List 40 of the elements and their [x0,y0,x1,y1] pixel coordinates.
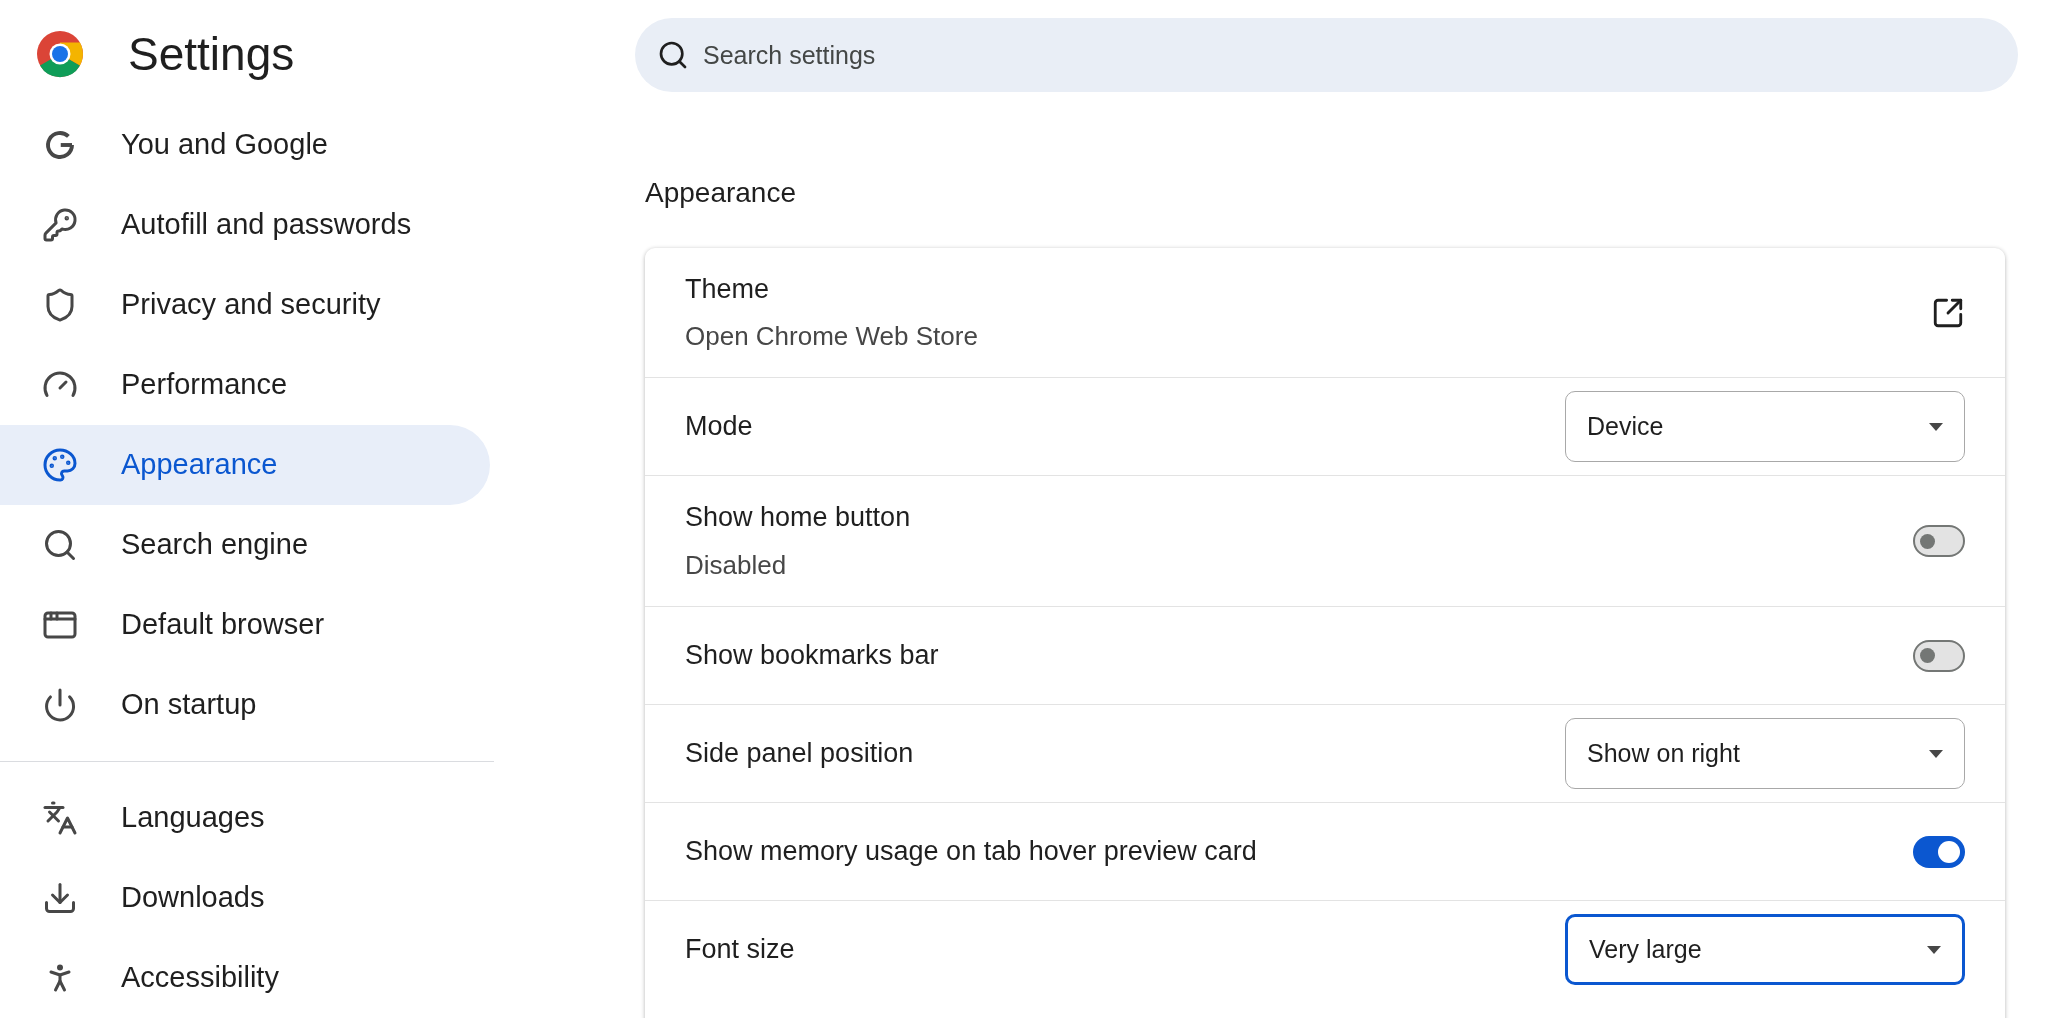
palette-icon [42,447,78,483]
translate-icon [42,800,78,836]
sidebar-item[interactable]: Search engine [0,505,490,585]
toggle-switch[interactable] [1913,639,1965,672]
setting-label: Show home button [685,501,911,535]
sidebar-item[interactable]: Languages [0,778,490,858]
dropdown[interactable]: Show on right [1565,718,1965,789]
setting-description: Open Chrome Web Store [685,320,978,354]
sidebar-item[interactable]: Default browser [0,585,490,665]
setting-label: Show memory usage on tab hover preview card [685,835,1257,869]
dropdown[interactable]: Very large [1565,914,1965,985]
toggle-switch[interactable] [1913,525,1965,557]
sidebar-item[interactable]: Autofill and passwords [0,185,490,265]
sidebar-item[interactable]: You and Google [0,105,490,185]
sidebar-item[interactable]: Appearance [0,425,490,505]
sidebar-item[interactable]: On startup [0,665,490,745]
sidebar-item[interactable]: Privacy and security [0,265,490,345]
search-field[interactable]: Search settings [635,18,2018,92]
dropdown[interactable]: Device [1565,391,1965,462]
download-icon [42,880,78,916]
search-icon [657,39,689,71]
search-icon [42,527,78,563]
section-title: Appearance [645,176,797,210]
toggle-switch[interactable] [1913,835,1965,868]
setting-label: Theme [685,272,771,306]
page-title: Settings [128,30,295,78]
setting-description: Disabled [685,548,788,582]
sidebar-item[interactable]: Downloads [0,858,490,938]
chrome-logo-icon [36,30,84,78]
setting-label: Side panel position [685,737,914,771]
caret-icon [1929,749,1943,758]
sidebar-item[interactable]: Accessibility [0,938,490,1018]
caret-icon [1927,945,1941,954]
setting-label: Mode [685,410,753,444]
caret-icon [1929,422,1943,431]
setting-label: Show bookmarks bar [685,639,939,673]
key-icon [42,207,78,243]
power-icon [42,687,78,723]
sidebar-item[interactable]: Performance [0,345,490,425]
setting-label: Font size [685,933,795,967]
